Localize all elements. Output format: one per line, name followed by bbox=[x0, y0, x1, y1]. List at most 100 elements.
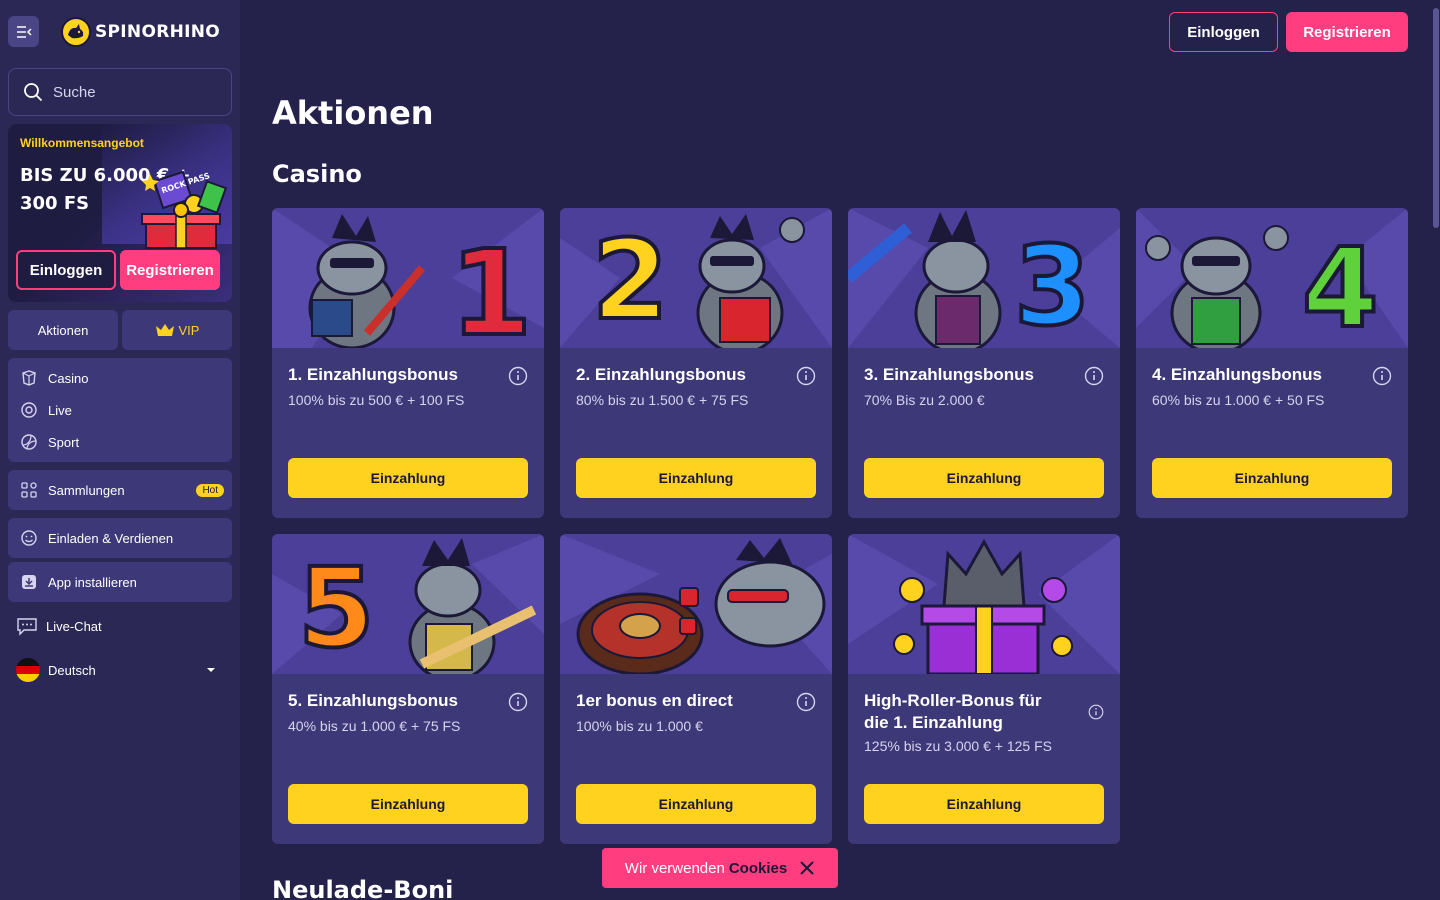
welcome-offer-banner[interactable]: Willkommensangebot BIS ZU 6.000 € + 300 … bbox=[8, 124, 232, 302]
chevron-down-icon bbox=[207, 668, 215, 672]
deposit-button[interactable]: Einzahlung bbox=[1152, 458, 1392, 498]
info-icon[interactable] bbox=[796, 366, 816, 386]
casino-chip-icon bbox=[22, 370, 36, 386]
vip-button[interactable]: VIP bbox=[122, 310, 232, 350]
install-row: App installieren bbox=[8, 566, 137, 598]
grid-icon bbox=[21, 482, 37, 498]
card-title: 3. Einzahlungsbonus bbox=[864, 365, 1035, 384]
info-icon[interactable] bbox=[796, 692, 816, 712]
sidebar: SPINORHINO Suche Willkommensangebot BIS … bbox=[0, 0, 240, 900]
brand-name: SPINORHINO bbox=[95, 21, 221, 42]
vip-label: VIP bbox=[178, 322, 200, 338]
card-title: 4. Einzahlungsbonus bbox=[1152, 365, 1323, 384]
rhino-microphone-illustration: 2 bbox=[560, 208, 832, 348]
rhino-yellow-guitar-illustration: 5 bbox=[272, 534, 544, 674]
card-subtitle: 40% bis zu 1.000 € + 75 FS bbox=[288, 718, 461, 734]
cookie-text: Wir verwenden bbox=[624, 859, 725, 877]
card-title: 1. Einzahlungsbonus bbox=[288, 365, 459, 384]
language-selector[interactable]: Deutsch bbox=[16, 658, 224, 682]
sidebar-item-casino[interactable]: Casino bbox=[8, 362, 232, 394]
rock-pass-gift-icon: ROCK PASS bbox=[141, 170, 228, 249]
live-icon bbox=[21, 402, 37, 418]
collections-row: Sammlungen Hot bbox=[8, 474, 232, 506]
gift-crown-illustration bbox=[848, 534, 1120, 674]
german-flag-icon bbox=[16, 658, 40, 682]
hot-badge: Hot bbox=[196, 483, 224, 497]
section-title-reload: Neulade-Boni bbox=[272, 876, 454, 900]
smile-coin-icon bbox=[21, 530, 37, 546]
header-login-button[interactable]: Einloggen bbox=[1169, 12, 1278, 52]
card-subtitle: 100% bis zu 1.000 € bbox=[576, 718, 703, 734]
rhino-guitar-illustration: 1 bbox=[272, 208, 544, 348]
header-register-button[interactable]: Registrieren bbox=[1286, 12, 1408, 52]
card-subtitle: 125% bis zu 3.000 € + 125 FS bbox=[864, 738, 1052, 754]
rhino-roulette-illustration bbox=[560, 534, 832, 674]
section-title-casino: Casino bbox=[272, 160, 362, 188]
deposit-button[interactable]: Einzahlung bbox=[864, 458, 1104, 498]
sidebar-item-sport[interactable]: Sport bbox=[8, 426, 232, 458]
card-subtitle: 60% bis zu 1.000 € + 50 FS bbox=[1152, 392, 1325, 408]
welcome-offer-subtitle: Willkommensangebot bbox=[20, 136, 144, 150]
welcome-login-button[interactable]: Einloggen bbox=[16, 250, 116, 290]
card-title: High-Roller-Bonus für die 1. Einzahlung bbox=[864, 691, 1042, 732]
crown-icon bbox=[155, 324, 174, 336]
info-icon[interactable] bbox=[1084, 366, 1104, 386]
cookie-notice[interactable]: Wir verwenden Cookies bbox=[602, 848, 838, 888]
games-nav: Casino Live Sport bbox=[8, 358, 232, 462]
card-number-label: 2 bbox=[592, 216, 669, 344]
search-icon bbox=[24, 83, 43, 102]
promotions-button[interactable]: Aktionen bbox=[8, 310, 118, 350]
deposit-button[interactable]: Einzahlung bbox=[576, 458, 816, 498]
brand-logo[interactable]: SPINORHINO bbox=[61, 16, 221, 47]
promo-card-deposit-5: 5 5. Einzahlungsbonus 40% bis zu 1.000 €… bbox=[272, 534, 544, 844]
sidebar-header: SPINORHINO bbox=[8, 16, 220, 47]
info-icon[interactable] bbox=[508, 366, 528, 386]
promo-card-deposit-3: 3 3. Einzahlungsbonus 70% Bis zu 2.000 €… bbox=[848, 208, 1120, 518]
rhino-logo-icon bbox=[61, 16, 91, 47]
sidebar-item-collections[interactable]: Sammlungen Hot bbox=[8, 470, 232, 510]
sidebar-item-label: Sammlungen bbox=[48, 482, 125, 498]
scrollbar-thumb[interactable] bbox=[1433, 8, 1439, 228]
card-subtitle: 100% bis zu 500 € + 100 FS bbox=[288, 392, 465, 408]
deposit-button[interactable]: Einzahlung bbox=[576, 784, 816, 824]
info-icon[interactable] bbox=[1088, 704, 1104, 720]
card-number-label: 4 bbox=[1302, 224, 1379, 348]
search-placeholder: Suche bbox=[53, 83, 96, 101]
info-icon[interactable] bbox=[508, 692, 528, 712]
info-icon[interactable] bbox=[1372, 366, 1392, 386]
deposit-button[interactable]: Einzahlung bbox=[288, 458, 528, 498]
card-number-label: 3 bbox=[1014, 222, 1091, 348]
deposit-button[interactable]: Einzahlung bbox=[288, 784, 528, 824]
sidebar-item-label: Casino bbox=[48, 370, 89, 386]
sidebar-item-label: App installieren bbox=[48, 574, 137, 590]
page-title: Aktionen bbox=[272, 94, 434, 132]
sidebar-item-install-app[interactable]: App installieren bbox=[8, 562, 232, 602]
invite-row: Einladen & Verdienen bbox=[8, 522, 173, 554]
sidebar-item-live[interactable]: Live bbox=[8, 394, 232, 426]
rhino-horns-illustration: 4 bbox=[1136, 208, 1408, 348]
promotions-label: Aktionen bbox=[37, 322, 89, 338]
card-subtitle: 80% bis zu 1.500 € + 75 FS bbox=[576, 392, 749, 408]
promo-card-deposit-4: 4 4. Einzahlungsbonus 60% bis zu 1.000 €… bbox=[1136, 208, 1408, 518]
card-subtitle: 70% Bis zu 2.000 € bbox=[864, 392, 985, 408]
promo-card-high-roller: High-Roller-Bonus für die 1. Einzahlung … bbox=[848, 534, 1120, 844]
sidebar-item-label: Einladen & Verdienen bbox=[48, 530, 174, 546]
sidebar-item-live-chat[interactable]: Live-Chat bbox=[16, 616, 102, 636]
collapse-menu-icon bbox=[16, 25, 32, 38]
search-input[interactable]: Suche bbox=[8, 68, 232, 116]
card-number-label: 1 bbox=[450, 224, 532, 348]
page-scrollbar[interactable] bbox=[1432, 0, 1440, 900]
cookie-highlight[interactable]: Cookies bbox=[729, 860, 787, 877]
collapse-menu-button[interactable] bbox=[8, 16, 39, 47]
welcome-register-button[interactable]: Registrieren bbox=[120, 250, 220, 290]
rhino-blue-guitar-illustration: 3 bbox=[848, 208, 1120, 348]
promo-card-live-bonus: 1er bonus en direct 100% bis zu 1.000 € … bbox=[560, 534, 832, 844]
close-icon[interactable] bbox=[799, 860, 815, 876]
sidebar-item-label: Live-Chat bbox=[46, 618, 102, 634]
deposit-button[interactable]: Einzahlung bbox=[864, 784, 1104, 824]
sidebar-item-invite[interactable]: Einladen & Verdienen bbox=[8, 518, 232, 558]
download-icon bbox=[22, 575, 36, 589]
card-title: 1er bonus en direct bbox=[576, 691, 733, 710]
promo-card-deposit-1: 1 1. Einzahlungsbonus 100% bis zu 500 € … bbox=[272, 208, 544, 518]
chat-icon bbox=[17, 618, 37, 636]
